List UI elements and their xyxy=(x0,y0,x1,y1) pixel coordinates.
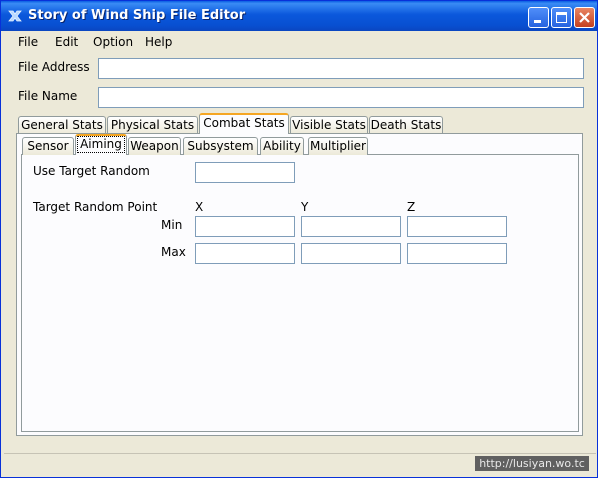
menu-bar: File Edit Option Help xyxy=(4,31,596,53)
file-address-input[interactable] xyxy=(98,58,584,79)
menu-option[interactable]: Option xyxy=(93,35,133,49)
menu-file[interactable]: File xyxy=(18,35,38,49)
tab-ability[interactable]: Ability xyxy=(260,137,304,155)
close-icon xyxy=(579,12,590,23)
use-target-random-label: Use Target Random xyxy=(33,164,150,178)
use-target-random-input[interactable] xyxy=(195,162,295,183)
min-y-input[interactable] xyxy=(301,216,401,237)
menu-help[interactable]: Help xyxy=(145,35,172,49)
file-name-input[interactable] xyxy=(98,87,584,108)
max-z-input[interactable] xyxy=(407,243,507,264)
tab-weapon[interactable]: Weapon xyxy=(128,137,181,155)
axis-z-label: Z xyxy=(407,200,416,214)
max-x-input[interactable] xyxy=(195,243,295,264)
axis-y-label: Y xyxy=(301,200,309,214)
watermark-text: http://lusiyan.wo.tc xyxy=(475,456,589,471)
tab-multiplier[interactable]: Multiplier xyxy=(308,137,368,155)
target-random-point-label: Target Random Point xyxy=(33,200,158,214)
file-address-label: File Address xyxy=(18,60,90,74)
min-z-input[interactable] xyxy=(407,216,507,237)
tab-aiming[interactable]: Aiming xyxy=(75,134,127,155)
title-bar[interactable]: Story of Wind Ship File Editor xyxy=(1,1,597,31)
app-window: Story of Wind Ship File Editor File Edit… xyxy=(0,0,598,478)
max-y-input[interactable] xyxy=(301,243,401,264)
tab-subsystem[interactable]: Subsystem xyxy=(183,137,258,155)
max-label: Max xyxy=(161,245,186,259)
minimize-icon xyxy=(534,20,541,23)
min-label: Min xyxy=(161,218,183,232)
tab-sensor[interactable]: Sensor xyxy=(22,137,74,155)
file-name-label: File Name xyxy=(18,89,78,103)
maximize-button[interactable] xyxy=(551,7,572,28)
tab-combat-stats[interactable]: Combat Stats xyxy=(199,113,289,134)
aiming-panel: Use Target Random Target Random Point X … xyxy=(21,154,579,432)
window-title: Story of Wind Ship File Editor xyxy=(28,8,246,23)
axis-x-label: X xyxy=(195,200,204,214)
menu-edit[interactable]: Edit xyxy=(55,35,78,49)
min-x-input[interactable] xyxy=(195,216,295,237)
tab-visible-stats[interactable]: Visible Stats xyxy=(290,116,368,134)
x-app-icon xyxy=(8,10,22,22)
close-button[interactable] xyxy=(574,7,595,28)
tab-death-stats[interactable]: Death Stats xyxy=(369,116,443,134)
tab-physical-stats[interactable]: Physical Stats xyxy=(107,116,198,134)
maximize-icon xyxy=(556,12,567,23)
minimize-button[interactable] xyxy=(528,7,549,28)
tab-general-stats[interactable]: General Stats xyxy=(18,116,106,134)
